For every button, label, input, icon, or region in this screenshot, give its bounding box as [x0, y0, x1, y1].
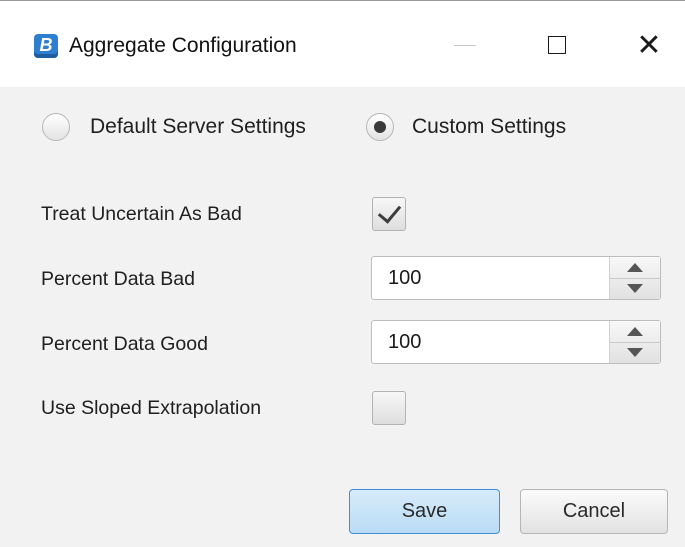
minimize-icon: [454, 44, 476, 46]
save-button[interactable]: Save: [349, 489, 500, 534]
decrement-button[interactable]: [610, 278, 660, 299]
increment-button[interactable]: [610, 321, 660, 343]
maximize-button[interactable]: [532, 23, 582, 67]
maximize-icon: [548, 36, 566, 54]
arrow-down-icon: [627, 348, 643, 357]
radio-label-default-server-settings: Default Server Settings: [90, 115, 306, 138]
spinner-buttons: [609, 257, 660, 299]
close-button[interactable]: ✕: [624, 23, 674, 67]
percent-data-good-input[interactable]: 100: [388, 331, 421, 354]
checkmark-icon: [377, 199, 401, 224]
arrow-down-icon: [627, 284, 643, 293]
use-sloped-extrapolation-label: Use Sloped Extrapolation: [41, 397, 262, 419]
arrow-up-icon: [627, 263, 643, 272]
percent-data-bad-spinner[interactable]: 100: [371, 256, 661, 300]
aggregate-configuration-dialog: B Aggregate Configuration ✕ Default Serv…: [0, 0, 685, 547]
radio-label-custom-settings: Custom Settings: [412, 115, 567, 138]
minimize-button[interactable]: [440, 23, 490, 67]
title-bar[interactable]: B Aggregate Configuration ✕: [0, 1, 685, 87]
arrow-up-icon: [627, 327, 643, 336]
spinner-buttons: [609, 321, 660, 363]
percent-data-good-spinner[interactable]: 100: [371, 320, 661, 364]
cancel-button[interactable]: Cancel: [520, 489, 668, 534]
radio-button-selected[interactable]: [366, 113, 394, 141]
radio-custom-settings[interactable]: Custom Settings: [366, 113, 566, 141]
decrement-button[interactable]: [610, 342, 660, 363]
app-logo-icon: B: [34, 34, 58, 58]
radio-default-server-settings[interactable]: Default Server Settings: [42, 113, 306, 141]
treat-uncertain-as-bad-label: Treat Uncertain As Bad: [41, 203, 242, 225]
percent-data-bad-input[interactable]: 100: [388, 267, 421, 290]
close-icon: ✕: [636, 28, 662, 62]
window-title: Aggregate Configuration: [69, 34, 297, 57]
increment-button[interactable]: [610, 257, 660, 279]
percent-data-good-label: Percent Data Good: [41, 333, 208, 355]
treat-uncertain-as-bad-checkbox[interactable]: [372, 197, 406, 231]
use-sloped-extrapolation-checkbox[interactable]: [372, 391, 406, 425]
radio-button-unselected[interactable]: [42, 113, 70, 141]
percent-data-bad-label: Percent Data Bad: [41, 268, 195, 290]
radio-selected-dot: [374, 121, 386, 133]
